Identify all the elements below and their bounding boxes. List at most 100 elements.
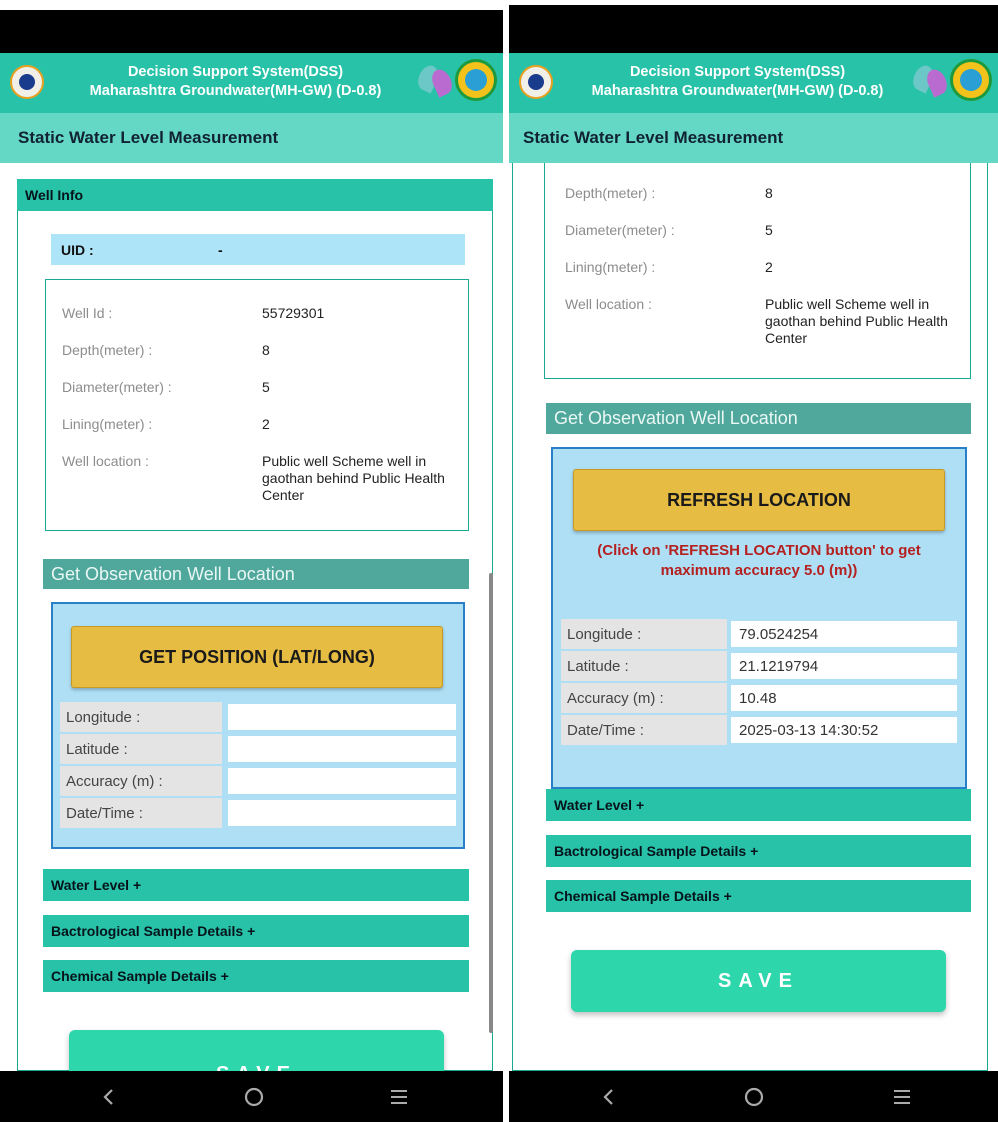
uid-value: -: [218, 242, 223, 258]
diameter-label: Diameter(meter) :: [62, 379, 172, 395]
app-header: Decision Support System(DSS) Maharashtra…: [0, 53, 503, 113]
app-title: Decision Support System(DSS) Maharashtra…: [54, 63, 417, 101]
lining-value: 2: [765, 259, 773, 275]
diameter-label: Diameter(meter) :: [565, 222, 675, 238]
location-box: GET POSITION (LAT/LONG) Longitude : Lati…: [51, 602, 465, 849]
well-details-card: Well Id : 55729301 Depth(meter) : 8 Diam…: [45, 279, 469, 531]
diameter-value: 5: [262, 379, 270, 395]
home-icon[interactable]: [740, 1083, 768, 1111]
depth-value: 8: [765, 185, 773, 201]
longitude-field: [228, 704, 456, 730]
latitude-row: Latitude : 21.1219794: [561, 651, 957, 681]
chemical-section[interactable]: Chemical Sample Details +: [43, 960, 469, 992]
datetime-field: 2025-03-13 14:30:52: [731, 717, 957, 743]
app-logo: [519, 65, 553, 99]
save-label: SAVE: [718, 969, 799, 992]
datetime-field: [228, 800, 456, 826]
latitude-field: [228, 736, 456, 762]
well-id-label: Well Id :: [62, 305, 113, 321]
chemical-label: Chemical Sample Details +: [554, 888, 732, 904]
scrollbar[interactable]: [489, 573, 493, 1033]
lining-label: Lining(meter) :: [565, 259, 656, 275]
app-title-line2: Maharashtra Groundwater(MH-GW) (D-0.8): [89, 83, 382, 99]
uid-label: UID :: [61, 242, 94, 258]
accuracy-label: Accuracy (m) :: [561, 683, 727, 713]
longitude-label: Longitude :: [561, 619, 727, 649]
location-section-label: Get Observation Well Location: [51, 563, 295, 584]
get-position-button[interactable]: GET POSITION (LAT/LONG): [71, 626, 443, 688]
back-icon[interactable]: [95, 1083, 123, 1111]
well-location-label: Well location :: [62, 453, 149, 469]
scroll-content[interactable]: Depth(meter) : 8 Diameter(meter) : 5 Lin…: [509, 163, 998, 1071]
well-details-card: Depth(meter) : 8 Diameter(meter) : 5 Lin…: [544, 163, 971, 379]
well-location-value: Public well Scheme well in gaothan behin…: [262, 453, 445, 503]
location-section-label: Get Observation Well Location: [554, 408, 798, 428]
longitude-field: 79.0524254: [731, 621, 957, 647]
home-icon[interactable]: [240, 1083, 268, 1111]
nav-bar: [0, 1071, 503, 1122]
accuracy-row: Accuracy (m) : 10.48: [561, 683, 957, 713]
location-box: REFRESH LOCATION (Click on 'REFRESH LOCA…: [551, 447, 967, 789]
recents-icon[interactable]: [385, 1083, 413, 1111]
bactrological-label: Bactrological Sample Details +: [554, 843, 759, 859]
page-title-bar: Static Water Level Measurement: [509, 113, 998, 163]
scroll-content[interactable]: Well Info UID : - Well Id : 55729301 Dep…: [0, 163, 503, 1071]
datetime-label: Date/Time :: [60, 798, 222, 828]
datetime-row: Date/Time : 2025-03-13 14:30:52: [561, 715, 957, 745]
get-position-label: GET POSITION (LAT/LONG): [139, 646, 375, 667]
app-title-line2: Maharashtra Groundwater(MH-GW) (D-0.8): [591, 83, 884, 99]
bactrological-label: Bactrological Sample Details +: [51, 923, 256, 939]
datetime-label: Date/Time :: [561, 715, 727, 745]
refresh-location-label: REFRESH LOCATION: [667, 489, 851, 510]
accuracy-row: Accuracy (m) :: [60, 766, 456, 796]
well-info-header-label: Well Info: [25, 187, 84, 203]
well-location-label: Well location :: [565, 296, 652, 312]
water-level-label: Water Level +: [51, 877, 142, 893]
app-header: Decision Support System(DSS) Maharashtra…: [509, 53, 998, 113]
latitude-row: Latitude :: [60, 734, 456, 764]
well-id-value: 55729301: [262, 305, 325, 321]
right-screen: Decision Support System(DSS) Maharashtra…: [509, 0, 998, 1122]
water-level-section[interactable]: Water Level +: [43, 869, 469, 901]
bactrological-section[interactable]: Bactrological Sample Details +: [546, 835, 971, 867]
app-title-line1: Decision Support System(DSS): [629, 64, 846, 80]
app-title-line1: Decision Support System(DSS): [127, 64, 344, 80]
app-title: Decision Support System(DSS) Maharashtra…: [563, 63, 912, 101]
bactrological-section[interactable]: Bactrological Sample Details +: [43, 915, 469, 947]
gsda-badge-icon: [455, 59, 497, 101]
diameter-value: 5: [765, 222, 773, 238]
recents-icon[interactable]: [888, 1083, 916, 1111]
page-title: Static Water Level Measurement: [523, 128, 784, 147]
save-label: SAVE: [216, 1063, 297, 1072]
save-button[interactable]: SAVE: [69, 1030, 444, 1071]
longitude-row: Longitude :: [60, 702, 456, 732]
water-level-section[interactable]: Water Level +: [546, 789, 971, 821]
well-info-header[interactable]: Well Info: [17, 179, 493, 211]
location-section-header: Get Observation Well Location: [43, 559, 469, 589]
back-icon[interactable]: [595, 1083, 623, 1111]
page-title-bar: Static Water Level Measurement: [0, 113, 503, 163]
depth-value: 8: [262, 342, 270, 358]
leaf-emblem-icon: [414, 61, 456, 98]
longitude-row: Longitude : 79.0524254: [561, 619, 957, 649]
accuracy-field: [228, 768, 456, 794]
leaf-emblem-icon: [909, 61, 951, 98]
save-button[interactable]: SAVE: [571, 950, 946, 1012]
gsda-badge-icon: [950, 59, 992, 101]
depth-label: Depth(meter) :: [62, 342, 153, 358]
datetime-row: Date/Time :: [60, 798, 456, 828]
left-screen: Decision Support System(DSS) Maharashtra…: [0, 0, 503, 1122]
latitude-label: Latitude :: [561, 651, 727, 681]
accuracy-label: Accuracy (m) :: [60, 766, 222, 796]
location-section-header: Get Observation Well Location: [546, 403, 971, 434]
accuracy-field: 10.48: [731, 685, 957, 711]
page-title: Static Water Level Measurement: [18, 128, 279, 147]
chemical-section[interactable]: Chemical Sample Details +: [546, 880, 971, 912]
depth-label: Depth(meter) :: [565, 185, 656, 201]
refresh-location-button[interactable]: REFRESH LOCATION: [573, 469, 945, 531]
water-level-label: Water Level +: [554, 797, 645, 813]
latitude-label: Latitude :: [60, 734, 222, 764]
app-logo: [10, 65, 44, 99]
latitude-field: 21.1219794: [731, 653, 957, 679]
longitude-label: Longitude :: [60, 702, 222, 732]
